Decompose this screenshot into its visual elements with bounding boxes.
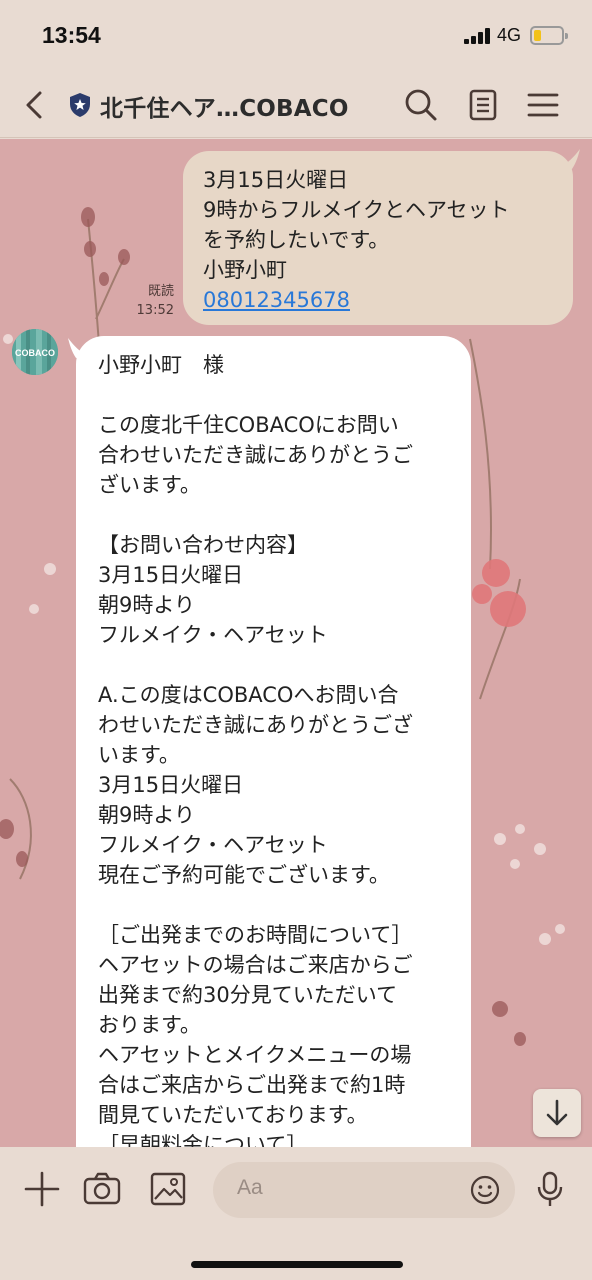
camera-icon[interactable] [82, 1169, 122, 1209]
chat-title[interactable]: 北千住ヘア…COBACO [100, 89, 349, 123]
received-message-line [98, 650, 453, 680]
received-message-line: 【お問い合わせ内容】 [98, 533, 308, 557]
received-message-line [98, 380, 453, 410]
received-message-line: フルメイク・ヘアセット [98, 623, 328, 647]
received-message-line: わせいただき誠にありがとうござ [98, 713, 413, 737]
plus-icon[interactable] [22, 1169, 62, 1209]
read-receipt: 既読 13:52 [120, 282, 174, 320]
received-message-line: この度北千住COBACOにお問い [98, 413, 399, 437]
received-message-line: 現在ご予約可能でございます。 [98, 863, 390, 887]
notes-icon[interactable] [464, 86, 502, 124]
sent-time: 13:52 [136, 303, 174, 318]
input-bar: Aa [0, 1147, 592, 1280]
avatar-text: COBACO [15, 348, 55, 358]
received-message-line: 3月15日火曜日 [98, 773, 244, 797]
read-label: 既読 [147, 284, 174, 299]
scroll-to-bottom-button[interactable] [533, 1089, 581, 1137]
arrow-down-icon [546, 1099, 568, 1126]
received-message-line: フルメイク・ヘアセット [98, 833, 328, 857]
received-message-bubble[interactable]: 小野小町 様この度北千住COBACOにお問い 合わせいただき誠にありがとうご ざいま… [76, 336, 471, 1147]
image-icon[interactable] [148, 1169, 188, 1209]
received-message-line: ざいます。 [98, 473, 201, 497]
received-message-line: 合わせいただき誠にありがとうご [98, 443, 413, 467]
message-input[interactable]: Aa [213, 1162, 515, 1218]
status-bar: 13:54 4G [0, 0, 592, 72]
back-arrow-icon[interactable] [20, 89, 50, 121]
phone-number-link[interactable]: 08012345678 [203, 288, 350, 312]
received-message-line: ヘアセットとメイクメニューの場 [98, 1043, 412, 1067]
search-icon[interactable] [402, 86, 440, 124]
received-message-line: 間見ていただいております。 [98, 1103, 368, 1127]
status-time: 13:54 [42, 22, 101, 48]
received-message-line: 合はご来店からご出発まで約1時 [98, 1073, 406, 1097]
network-label: 4G [497, 25, 522, 45]
sent-message-line: 9時からフルメイクとヘアセット [203, 198, 510, 222]
shield-star-icon [70, 93, 90, 117]
chat-area[interactable]: 3月15日火曜日 9時からフルメイクとヘアセット を予約したいです。 小野小町 … [0, 139, 592, 1147]
received-message-line: ヘアセットの場合はご来店からご [98, 953, 413, 977]
received-message-line: 朝9時より [98, 803, 195, 827]
sent-message-line: 小野小町 [203, 258, 287, 282]
emoji-icon[interactable] [469, 1174, 501, 1206]
received-message-line: おります。 [98, 1013, 201, 1037]
menu-icon[interactable] [524, 86, 562, 124]
received-message-line: 小野小町 様 [98, 353, 224, 377]
sent-message-line: を予約したいです。 [203, 228, 390, 252]
chat-header: 北千住ヘア…COBACO [0, 72, 592, 138]
received-message-line [98, 500, 453, 530]
battery-icon [530, 26, 568, 45]
message-input-placeholder: Aa [237, 1176, 263, 1199]
signal-icon [464, 28, 490, 44]
home-indicator [191, 1261, 403, 1268]
received-message-line: ［早朝料金について］ [98, 1133, 308, 1147]
microphone-icon[interactable] [530, 1169, 570, 1209]
received-message-line: ［ご出発までのお時間について］ [98, 923, 413, 947]
sent-message-line: 3月15日火曜日 [203, 168, 349, 192]
received-message-line: 朝9時より [98, 593, 195, 617]
avatar[interactable]: COBACO [12, 329, 58, 375]
sent-message-bubble[interactable]: 3月15日火曜日 9時からフルメイクとヘアセット を予約したいです。 小野小町 … [183, 151, 573, 325]
received-message-line: 3月15日火曜日 [98, 563, 244, 587]
battery-level [534, 30, 541, 41]
received-message-line: A.この度はCOBACOへお問い合 [98, 683, 399, 707]
received-message-line: います。 [98, 743, 180, 767]
received-message-line: 出発まで約30分見ていただいて [98, 983, 398, 1007]
received-message-line [98, 890, 453, 920]
